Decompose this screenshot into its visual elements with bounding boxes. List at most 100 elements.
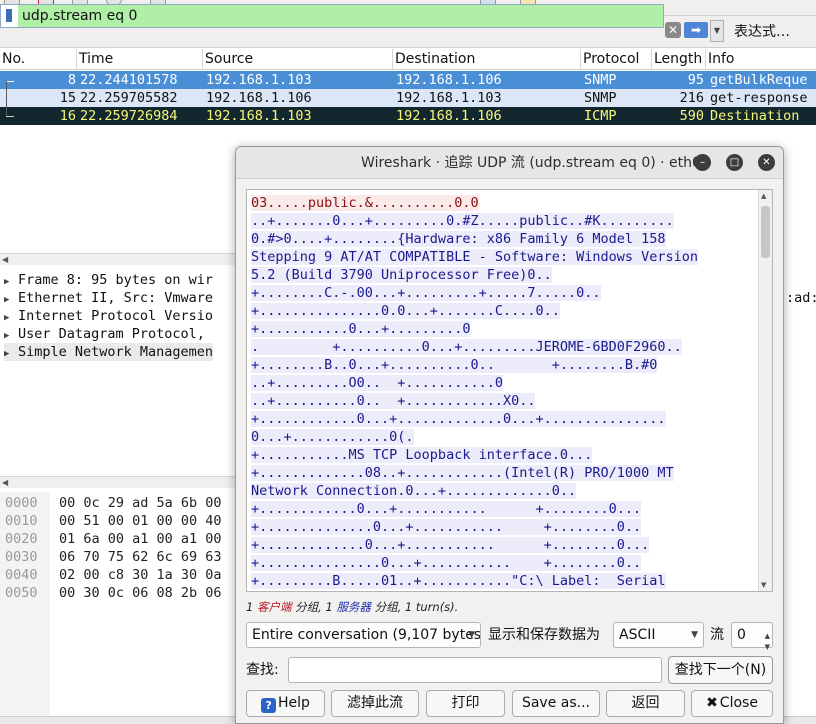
stream-line-server: +............0...+........... +........0… [251,501,642,517]
column-header-no[interactable]: No. [0,49,77,70]
stream-line-server: +........C.-.00...+.........+.....7.....… [251,285,601,301]
dialog-title: Wireshark · 追踪 UDP 流 (udp.stream eq 0) ·… [361,155,701,171]
detail-row-ip[interactable]: ▶ Internet Protocol Versio [4,307,213,325]
packet-no: 8 [67,72,76,88]
bytes-hex[interactable]: 01 6a 00 a1 00 a1 00 [59,530,222,548]
apply-filter-icon[interactable]: ➡ [684,22,708,38]
bytes-hex[interactable]: 02 00 c8 30 1a 30 0a [59,566,222,584]
related-packet-bracket [6,81,7,116]
stream-line-server: 0...+............0(. [251,429,414,445]
scrollbar-thumb[interactable] [761,206,770,258]
stream-vertical-scrollbar[interactable]: ▲ ▼ [758,190,772,591]
bytes-offset: 0040 [5,567,38,583]
expand-arrow-icon[interactable]: ▶ [4,345,18,363]
close-icon[interactable]: ✕ [758,154,775,171]
bytes-hex[interactable]: 00 30 0c 06 08 2b 06 [59,584,222,602]
packet-destination: 192.168.1.106 [396,72,502,88]
dialog-titlebar[interactable]: Wireshark · 追踪 UDP 流 (udp.stream eq 0) ·… [236,147,783,179]
chevron-down-icon: ▼ [468,630,475,640]
stream-number-label: 流 [710,627,724,643]
packet-info: Destination [710,108,800,124]
stream-line-server: +...............0.0...+.......C....0.. [251,303,560,319]
detail-row-ethernet[interactable]: ▶ Ethernet II, Src: Vmware [4,289,213,307]
stream-line-server: ..+..........0.. +............X0.. [251,393,536,409]
stream-line-server: +...........0...+.........0 [251,321,471,337]
packet-source: 192.168.1.103 [206,72,312,88]
packet-destination: 192.168.1.103 [396,90,502,106]
stream-stats: 1 客户端 分组, 1 服务器 分组, 1 turn(s). [246,600,459,614]
detail-row-frame[interactable]: ▶ Frame 8: 95 bytes on wir [4,271,213,289]
column-header-protocol[interactable]: Protocol [581,49,652,70]
packet-row[interactable]: 8 22.244101578 192.168.1.103 192.168.1.1… [0,71,816,89]
column-header-source[interactable]: Source [203,49,393,70]
filter-history-dropdown-icon[interactable]: ▼ [710,20,724,42]
conversation-select[interactable]: Entire conversation (9,107 bytes) ▼ [246,622,481,648]
stream-line-server: ..+.........O0.. +...........0 [251,375,503,391]
find-label: 查找: [246,662,279,678]
packet-list-header: No. Time Source Destination Protocol Len… [0,49,816,70]
stream-number-spinbox[interactable]: 0 ▲ ▼ [731,622,773,651]
stream-line-server: Stepping 9 AT/AT COMPATIBLE - Software: … [251,249,699,265]
help-icon: ? [261,698,277,713]
filter-out-stream-button[interactable]: 滤掉此流 [331,690,419,717]
packet-source: 192.168.1.103 [206,108,312,124]
scroll-down-icon[interactable]: ▼ [761,581,766,589]
stream-line-server: . +..........0...+.........JEROME-6BD0F2… [251,339,682,355]
close-icon: ✖ [706,695,718,711]
bytes-hex[interactable]: 06 70 75 62 6c 69 63 [59,548,222,566]
find-input[interactable] [288,657,662,683]
bytes-offset: 0000 [5,495,38,511]
minimize-icon[interactable]: – [694,154,711,171]
related-packet-bracket [6,81,14,82]
column-header-destination[interactable]: Destination [393,49,581,70]
data-format-select[interactable]: ASCII ▼ [613,622,704,648]
expression-button[interactable]: 表达式… [728,20,816,44]
stream-line-server: +........B..0...+..........0.. +........… [251,357,658,373]
clear-filter-icon[interactable]: ✕ [665,22,681,38]
packet-no: 16 [59,108,76,124]
stream-line-server: +...........MS TCP Loopback interface.0.… [251,447,593,463]
show-data-as-label: 显示和保存数据为 [488,627,600,643]
stream-text[interactable]: 03.....public.&..........0.0 ..+.......0… [251,194,756,589]
maximize-icon[interactable]: □ [726,154,743,171]
detail-row-snmp[interactable]: ▶ Simple Network Managemen [4,343,214,363]
detail-row-udp[interactable]: ▶ User Datagram Protocol, [4,325,205,343]
column-header-time[interactable]: Time [77,49,203,70]
print-button[interactable]: 打印 [426,690,505,717]
close-button[interactable]: ✖ Close [691,690,773,717]
packet-time: 22.259705582 [80,90,178,106]
packet-protocol: ICMP [584,108,617,124]
packet-length: 590 [679,108,704,124]
bytes-offset: 0020 [5,531,38,547]
details-hscroll[interactable]: ◀ [0,476,240,488]
stream-line-server: 0.#>0....+........{Hardware: x86 Family … [251,231,666,247]
packet-list-hscroll[interactable]: ◀ [0,253,240,265]
packet-info: getBulkReque [710,72,808,88]
stream-content-area[interactable]: 03.....public.&..........0.0 ..+.......0… [246,189,773,592]
packet-info: get-response [710,90,808,106]
bytes-hex[interactable]: 00 51 00 01 00 00 40 [59,512,222,530]
back-button[interactable]: 返回 [606,690,685,717]
stream-line-server: +..............0...+........... +.......… [251,519,642,535]
packet-destination: 192.168.1.106 [396,108,502,124]
packet-row[interactable]: 16 22.259726984 192.168.1.103 192.168.1.… [0,107,816,125]
packet-length: 216 [679,90,704,106]
stream-line-server: +...............0...+........... +......… [251,555,642,571]
save-as-button[interactable]: Save as... [512,690,600,717]
filter-bookmark-icon[interactable] [0,4,18,28]
packet-time: 22.244101578 [80,72,178,88]
scroll-up-icon[interactable]: ▲ [761,192,766,200]
bytes-hex[interactable]: 00 0c 29 ad 5a 6b 00 [59,494,222,512]
packet-row[interactable]: 15 22.259705582 192.168.1.106 192.168.1.… [0,89,816,107]
packet-time: 22.259726984 [80,108,178,124]
chevron-down-icon: ▼ [691,630,698,640]
column-header-info[interactable]: Info [706,49,816,70]
bytes-offset: 0010 [5,513,38,529]
follow-udp-stream-dialog: Wireshark · 追踪 UDP 流 (udp.stream eq 0) ·… [235,146,784,724]
packet-source: 192.168.1.106 [206,90,312,106]
find-next-button[interactable]: 查找下一个(N) [668,656,773,684]
display-filter-input[interactable]: udp.stream eq 0 [18,4,664,28]
column-header-length[interactable]: Length [652,49,706,70]
help-button[interactable]: ? Help [246,690,325,717]
stream-line-server: Network Connection.0...+.............0.. [251,483,577,499]
